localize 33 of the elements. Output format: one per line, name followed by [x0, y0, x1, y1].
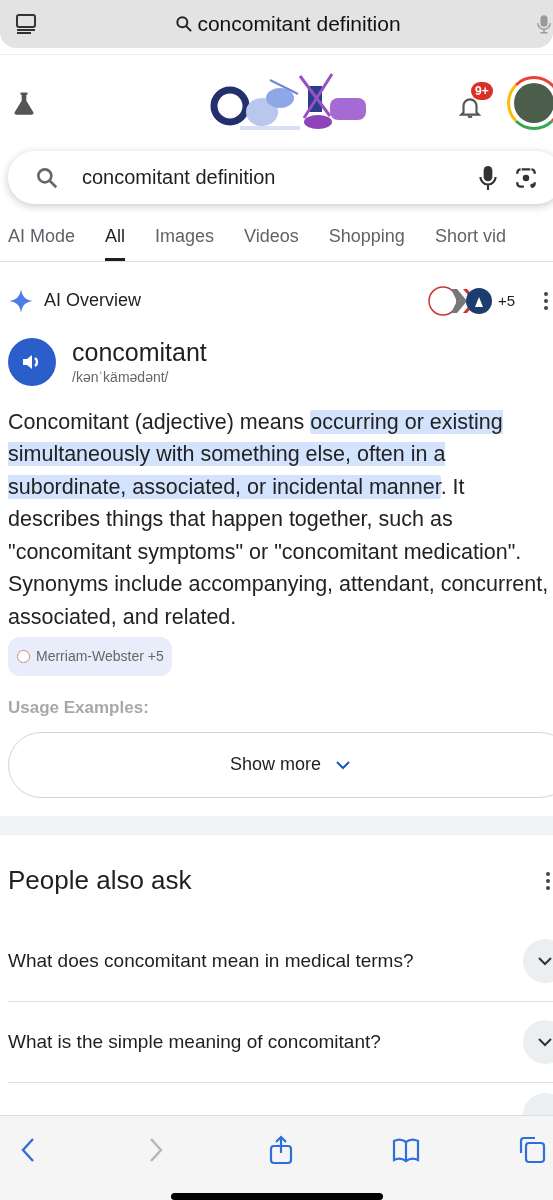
definition-text: Concomitant (adjective) means occurring or existing simultaneously with something else, often in a subordinate, associated, or incidental manner. It describes things that happen together, such as "concomitant symptoms" or "concomitant medication". Synonyms include accompanying, attendant, concurrent, associated, and related. [8, 408, 549, 631]
source-count[interactable]: +5 [497, 292, 515, 310]
chevron-down-icon [537, 956, 553, 966]
headword: concomitant [72, 338, 207, 368]
chevron-down-icon [537, 1037, 553, 1047]
tabs-icon[interactable] [517, 1135, 547, 1166]
source-logos-drawing[interactable] [426, 284, 493, 317]
question-text[interactable]: What is the simple meaning of concomitant? [8, 1029, 381, 1055]
address-text[interactable]: concomitant definition [197, 11, 401, 36]
usage-examples-heading: Usage Examples: [8, 697, 150, 718]
pronunciation: /kənˈkämədənt/ [72, 369, 170, 386]
chevron-down-icon [335, 759, 351, 770]
more-options-icon[interactable] [545, 871, 551, 891]
notification-badge: 9+ [471, 81, 493, 100]
search-field[interactable]: concomitant definition [76, 166, 463, 190]
avatar[interactable] [507, 75, 553, 130]
search-tab[interactable]: Short vid [434, 222, 506, 261]
search-tab[interactable]: Videos [244, 222, 299, 261]
search-tab[interactable]: All [105, 222, 126, 261]
section-heading: People also ask [8, 865, 192, 897]
microphone-icon[interactable] [479, 164, 497, 191]
search-tab[interactable]: AI Mode [8, 222, 76, 261]
pronounce-button[interactable] [8, 337, 56, 386]
ai-overview-title: AI Overview [44, 290, 142, 312]
question-text[interactable]: What does concomitant mean in medical terms? [8, 948, 414, 974]
more-options-icon[interactable] [543, 290, 549, 311]
search-tab[interactable]: Shopping [328, 222, 405, 261]
search-tab[interactable]: Images [155, 222, 215, 261]
citation-chip[interactable]: Merriam-Webster +5 [8, 637, 172, 676]
source-logo-icon [16, 649, 31, 665]
sidebar-icon[interactable] [14, 11, 38, 36]
show-more-button[interactable]: Show more [8, 731, 553, 798]
search-icon [174, 13, 195, 34]
